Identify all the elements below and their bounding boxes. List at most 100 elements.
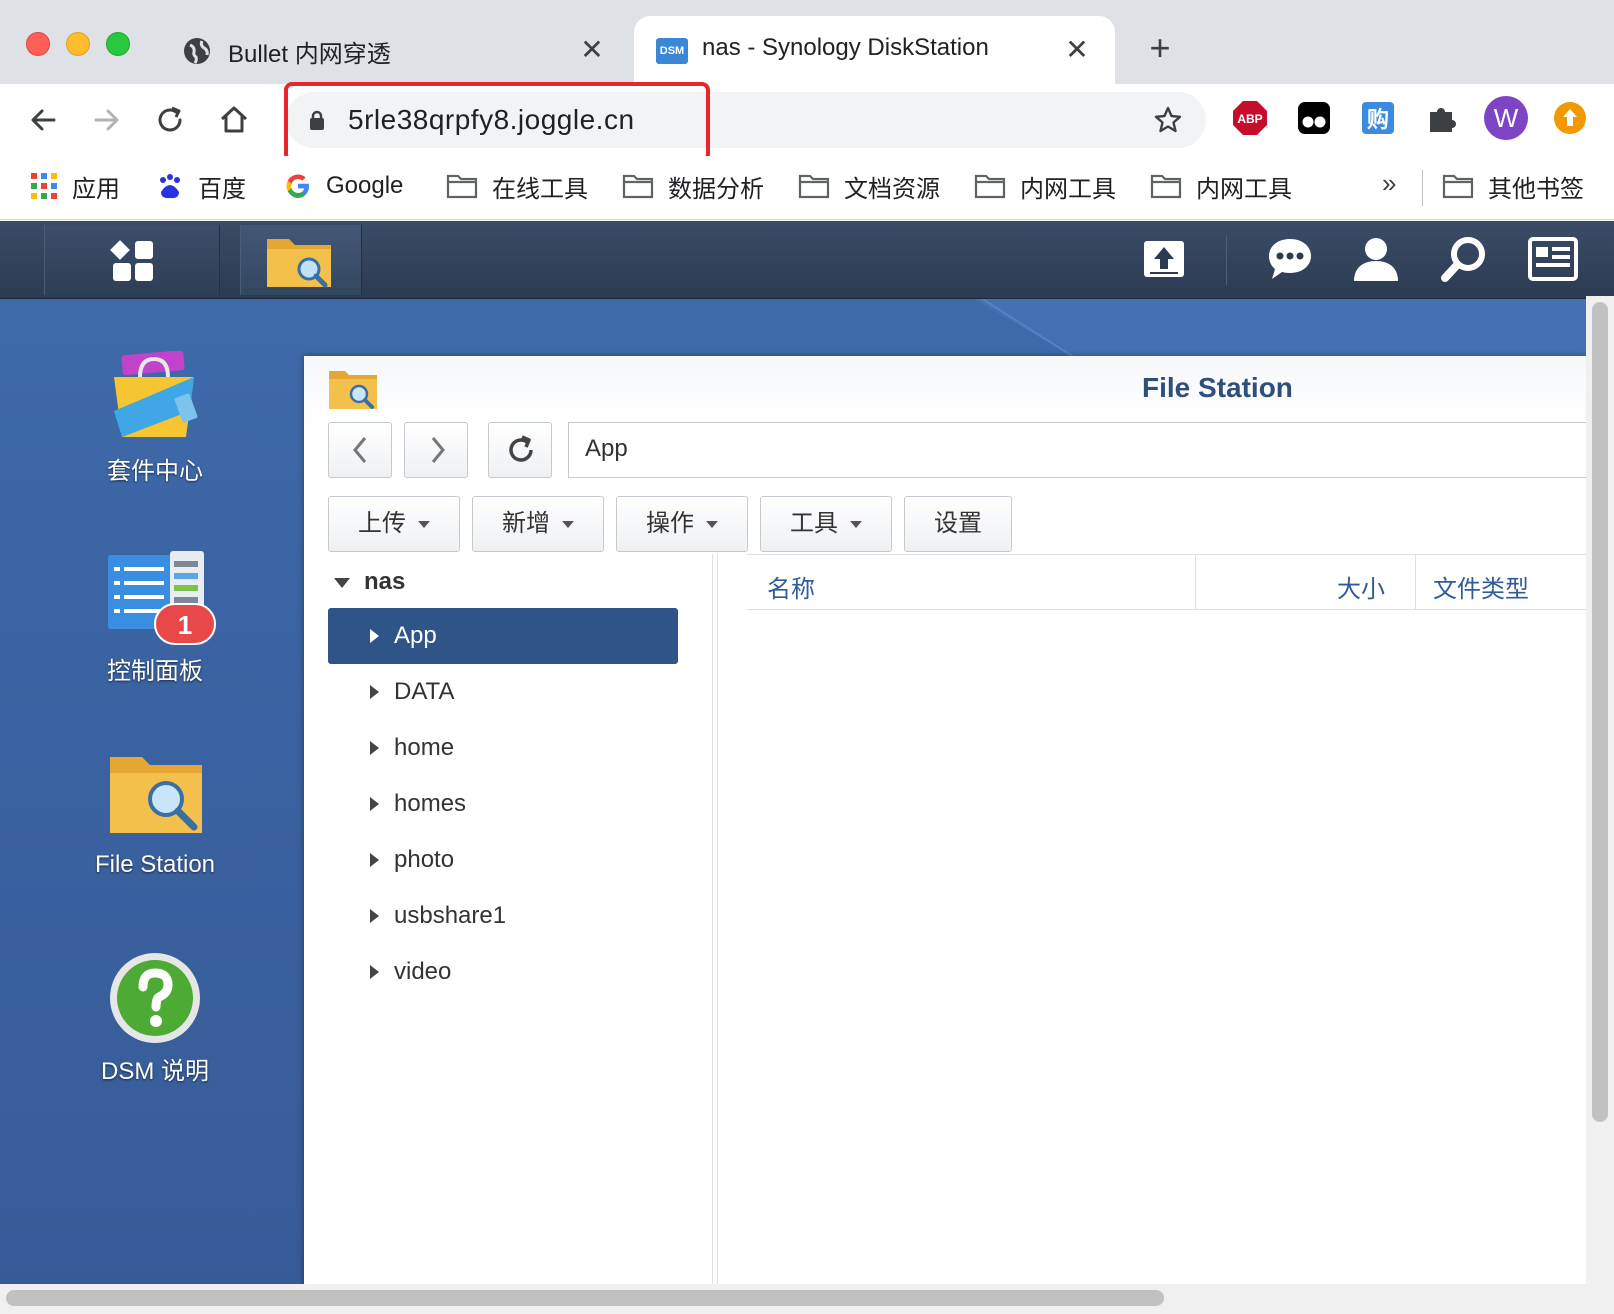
close-tab-icon[interactable]: ✕: [1059, 32, 1095, 68]
column-divider[interactable]: [1415, 555, 1416, 609]
bookmark-google[interactable]: Google: [284, 166, 403, 206]
tree-item-homes[interactable]: homes: [328, 776, 678, 832]
chevron-down-icon: [418, 521, 430, 529]
search-icon[interactable]: [1440, 235, 1488, 283]
shopping-icon[interactable]: 购: [1360, 100, 1396, 136]
bookmark-label: 文档资源: [844, 175, 940, 203]
bookmark-baidu[interactable]: 百度: [156, 166, 246, 206]
back-arrow-icon[interactable]: [24, 100, 64, 140]
vertical-scrollbar-thumb[interactable]: [1592, 302, 1608, 1122]
globe-icon: [184, 38, 210, 64]
window-zoom-button[interactable]: [106, 32, 130, 56]
bookmarks-overflow-button[interactable]: »: [1382, 168, 1396, 199]
reload-icon[interactable]: [150, 100, 190, 140]
new-tab-button[interactable]: +: [1140, 28, 1180, 68]
tree-item-app[interactable]: App: [328, 608, 678, 664]
main-menu-button[interactable]: [44, 225, 220, 295]
apps-grid-icon: [31, 173, 57, 199]
bookmark-star-icon[interactable]: [1152, 104, 1184, 136]
tree-item-home[interactable]: home: [328, 720, 678, 776]
desktop-file-station[interactable]: File Station: [80, 751, 230, 881]
dsm-taskbar: [0, 221, 1614, 299]
forward-button[interactable]: [404, 422, 468, 478]
taskbar-divider: [1226, 235, 1227, 285]
caret-right-icon[interactable]: [370, 741, 379, 755]
tree-item-label: App: [394, 622, 437, 649]
create-button[interactable]: 新增: [472, 496, 604, 552]
home-icon[interactable]: [214, 100, 254, 140]
bookmark-folder[interactable]: 数据分析: [622, 166, 764, 206]
bookmark-folder[interactable]: 内网工具: [974, 166, 1116, 206]
adblock-plus-icon[interactable]: ABP: [1232, 100, 1268, 136]
folder-tree: nas App DATA home homes photo usbshare1 …: [304, 554, 714, 1314]
tree-item-usbshare1[interactable]: usbshare1: [328, 888, 678, 944]
refresh-button[interactable]: [488, 422, 552, 478]
taskbar-file-station[interactable]: [240, 225, 362, 295]
puzzle-extensions-icon[interactable]: [1424, 100, 1460, 136]
desktop-icon-label: 套件中心: [107, 458, 203, 485]
horizontal-scrollbar-thumb[interactable]: [6, 1290, 1164, 1306]
desktop-dsm-help[interactable]: DSM 说明: [80, 951, 230, 1085]
bookmark-label: 内网工具: [1196, 175, 1292, 203]
widgets-icon[interactable]: [1528, 237, 1578, 281]
bookmark-label: 应用: [72, 175, 120, 203]
tools-button[interactable]: 工具: [760, 496, 892, 552]
caret-right-icon[interactable]: [370, 797, 379, 811]
tree-item-photo[interactable]: photo: [328, 832, 678, 888]
column-size[interactable]: 大小: [1337, 569, 1385, 604]
caret-right-icon[interactable]: [370, 853, 379, 867]
file-list[interactable]: [747, 610, 1586, 1314]
notifications-chat-icon[interactable]: [1266, 235, 1314, 283]
bookmark-apps[interactable]: 应用: [30, 166, 120, 206]
bookmark-folder[interactable]: 内网工具: [1150, 166, 1292, 206]
file-station-window: File Station App 上传 新增 操作 工具 设置 nas App …: [304, 356, 1586, 1314]
caret-right-icon[interactable]: [370, 685, 379, 699]
help-icon: [110, 953, 200, 1043]
button-label: 上传: [358, 510, 406, 537]
bookmark-folder[interactable]: 在线工具: [446, 166, 588, 206]
tree-item-data[interactable]: DATA: [328, 664, 678, 720]
back-button[interactable]: [328, 422, 392, 478]
upload-queue-icon[interactable]: [1140, 235, 1188, 283]
button-label: 设置: [934, 510, 982, 537]
user-icon[interactable]: [1352, 235, 1400, 283]
chevron-right-icon: [431, 437, 445, 463]
tab-nas-diskstation[interactable]: DSM nas - Synology DiskStation ✕: [634, 16, 1115, 84]
column-file-type[interactable]: 文件类型: [1433, 569, 1529, 604]
tab-bullet[interactable]: Bullet 内网穿透 ✕: [160, 16, 630, 84]
tree-item-video[interactable]: video: [328, 944, 678, 1000]
window-minimize-button[interactable]: [66, 32, 90, 56]
bookmark-label: 内网工具: [1020, 175, 1116, 203]
caret-right-icon[interactable]: [370, 629, 379, 643]
url-highlight-box: [284, 82, 710, 162]
tree-root-nas[interactable]: nas: [334, 568, 405, 596]
desktop-icon-label: 控制面板: [107, 658, 203, 685]
close-tab-icon[interactable]: ✕: [574, 32, 610, 68]
upload-button[interactable]: 上传: [328, 496, 460, 552]
path-bar[interactable]: App: [568, 422, 1586, 478]
tree-root-label: nas: [364, 568, 406, 595]
caret-right-icon[interactable]: [370, 965, 379, 979]
tab-title: nas - Synology DiskStation: [702, 34, 989, 61]
bookmark-label: 在线工具: [492, 175, 588, 203]
forward-arrow-icon[interactable]: [86, 100, 126, 140]
pane-splitter[interactable]: [712, 554, 718, 1314]
desktop-icon-label: DSM 说明: [101, 1058, 209, 1085]
desktop-package-center[interactable]: 套件中心: [80, 351, 230, 485]
update-icon[interactable]: [1552, 100, 1588, 136]
bookmark-other[interactable]: 其他书签: [1442, 166, 1584, 206]
caret-right-icon[interactable]: [370, 909, 379, 923]
main-menu-icon: [110, 240, 153, 281]
profile-avatar[interactable]: W: [1484, 96, 1528, 140]
tab-title: Bullet 内网穿透: [228, 41, 391, 68]
window-close-button[interactable]: [26, 32, 50, 56]
action-button[interactable]: 操作: [616, 496, 748, 552]
tampermonkey-icon[interactable]: [1296, 100, 1332, 136]
bookmark-folder[interactable]: 文档资源: [798, 166, 940, 206]
column-divider[interactable]: [1195, 555, 1196, 609]
tree-item-label: usbshare1: [394, 902, 507, 929]
column-name[interactable]: 名称: [767, 569, 815, 604]
desktop-control-panel[interactable]: 1 控制面板: [80, 551, 230, 685]
settings-button[interactable]: 设置: [904, 496, 1012, 552]
bookmark-label: 数据分析: [668, 175, 764, 203]
